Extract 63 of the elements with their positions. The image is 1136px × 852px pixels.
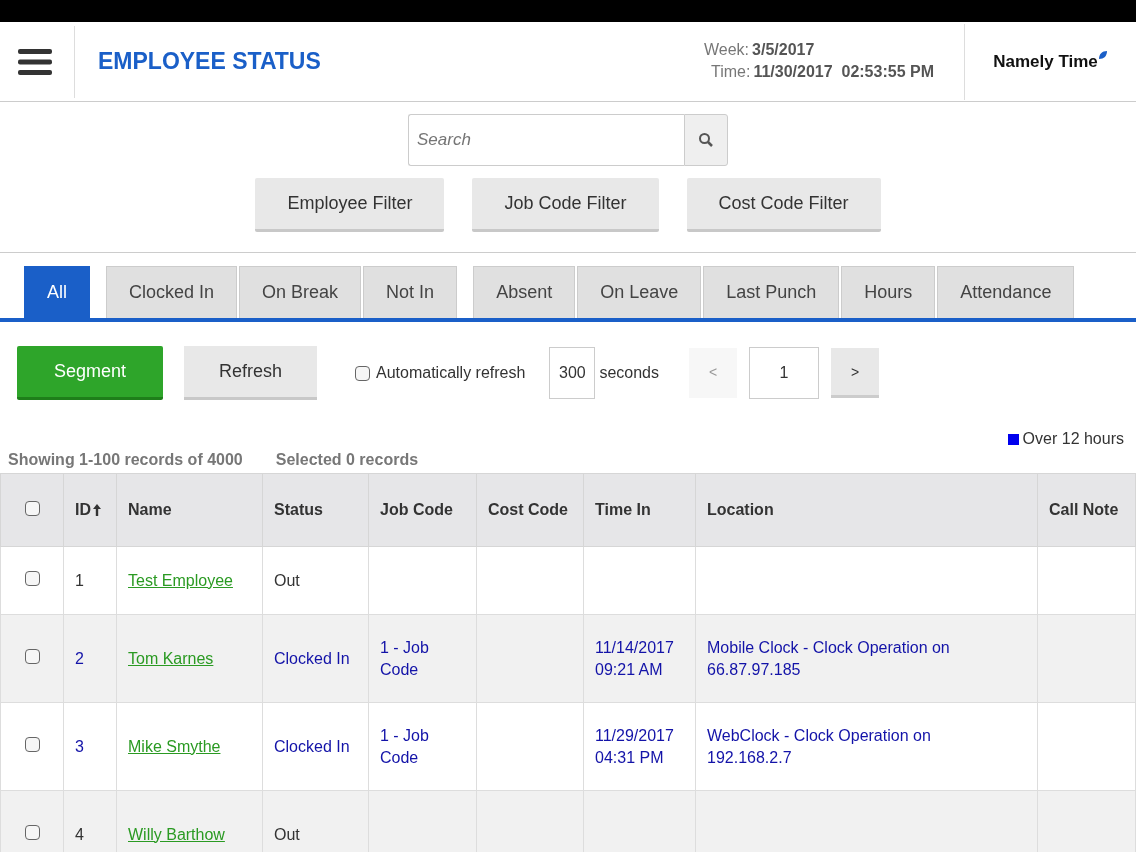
- tab[interactable]: On Leave: [577, 266, 702, 318]
- selected-count: Selected 0 records: [275, 451, 419, 470]
- checkbox[interactable]: [355, 365, 370, 381]
- record-count: Showing 1-100 records of 4000: [8, 451, 243, 470]
- table-cell: 4: [75, 825, 84, 843]
- tab[interactable]: Absent: [473, 266, 576, 318]
- table-cell: Clocked In: [274, 737, 350, 755]
- table-cell: 1: [75, 571, 84, 589]
- time-label: Time:: [711, 62, 751, 81]
- interval-field[interactable]: 300: [549, 347, 596, 399]
- tab[interactable]: Hours: [841, 266, 936, 318]
- column-header[interactable]: Cost Code: [488, 501, 568, 519]
- column-header[interactable]: Status: [274, 501, 323, 519]
- page-title: EMPLOYEE STATUS: [98, 48, 322, 75]
- search-icon: [698, 132, 714, 148]
- week-label: Week:: [704, 40, 750, 59]
- tab[interactable]: Not In: [363, 266, 458, 318]
- tab[interactable]: All: [24, 266, 90, 318]
- filter-button[interactable]: Job Code Filter: [472, 178, 659, 232]
- table-cell-text: WebClock - Clock Operation on 192.168.2.7: [707, 725, 932, 768]
- checkbox[interactable]: [24, 570, 40, 586]
- filter-button[interactable]: Employee Filter: [255, 178, 445, 232]
- tab[interactable]: Attendance: [937, 266, 1075, 318]
- column-header[interactable]: ID: [75, 501, 91, 519]
- auto-refresh-label: Automatically refresh: [376, 364, 526, 382]
- time-value: 11/30/2017 02:53:55 PM: [753, 62, 934, 81]
- table-cell: 2: [75, 649, 84, 667]
- tab[interactable]: Clocked In: [106, 266, 238, 318]
- sort-arrow-icon: [93, 504, 101, 516]
- checkbox[interactable]: [24, 648, 40, 664]
- page-field[interactable]: 1: [749, 347, 819, 399]
- search-field[interactable]: Search: [408, 114, 684, 166]
- column-header[interactable]: Name: [128, 501, 172, 519]
- search-button[interactable]: [684, 114, 728, 166]
- interval-unit: seconds: [599, 364, 659, 382]
- table-cell: Out: [274, 571, 300, 589]
- brand-logo: Namely Time: [993, 51, 1098, 72]
- next-page-button[interactable]: >: [831, 348, 879, 398]
- tab[interactable]: On Break: [239, 266, 362, 318]
- week-value: 3/5/2017: [752, 40, 815, 59]
- table-cell-text: Mobile Clock - Clock Operation on 66.87.97.185: [707, 637, 951, 680]
- table-cell-text: 1 - Job Code: [380, 725, 430, 768]
- column-header[interactable]: Time In: [595, 501, 651, 519]
- column-header[interactable]: Call Note: [1049, 501, 1119, 519]
- employee-link[interactable]: Test Employee: [128, 571, 233, 589]
- table-cell-text: 11/29/2017 04:31 PM: [595, 725, 675, 768]
- table-cell-text: 11/14/2017 09:21 AM: [595, 637, 675, 680]
- menu-icon[interactable]: [18, 48, 52, 75]
- tab[interactable]: Last Punch: [703, 266, 840, 318]
- leaf-icon: [1097, 49, 1108, 60]
- table-cell-text: 1 - Job Code: [380, 637, 430, 680]
- refresh-button[interactable]: Refresh: [184, 346, 317, 400]
- filter-button[interactable]: Cost Code Filter: [686, 178, 881, 232]
- checkbox[interactable]: [24, 736, 40, 752]
- column-header[interactable]: Location: [707, 501, 774, 519]
- legend-label: Over 12 hours: [1022, 430, 1124, 448]
- checkbox[interactable]: [24, 500, 40, 516]
- table-cell: Clocked In: [274, 649, 350, 667]
- column-header[interactable]: Job Code: [380, 501, 453, 519]
- table-cell: Out: [274, 825, 300, 843]
- employee-link[interactable]: Mike Smythe: [128, 737, 221, 755]
- table-cell: 3: [75, 737, 84, 755]
- checkbox[interactable]: [24, 824, 40, 840]
